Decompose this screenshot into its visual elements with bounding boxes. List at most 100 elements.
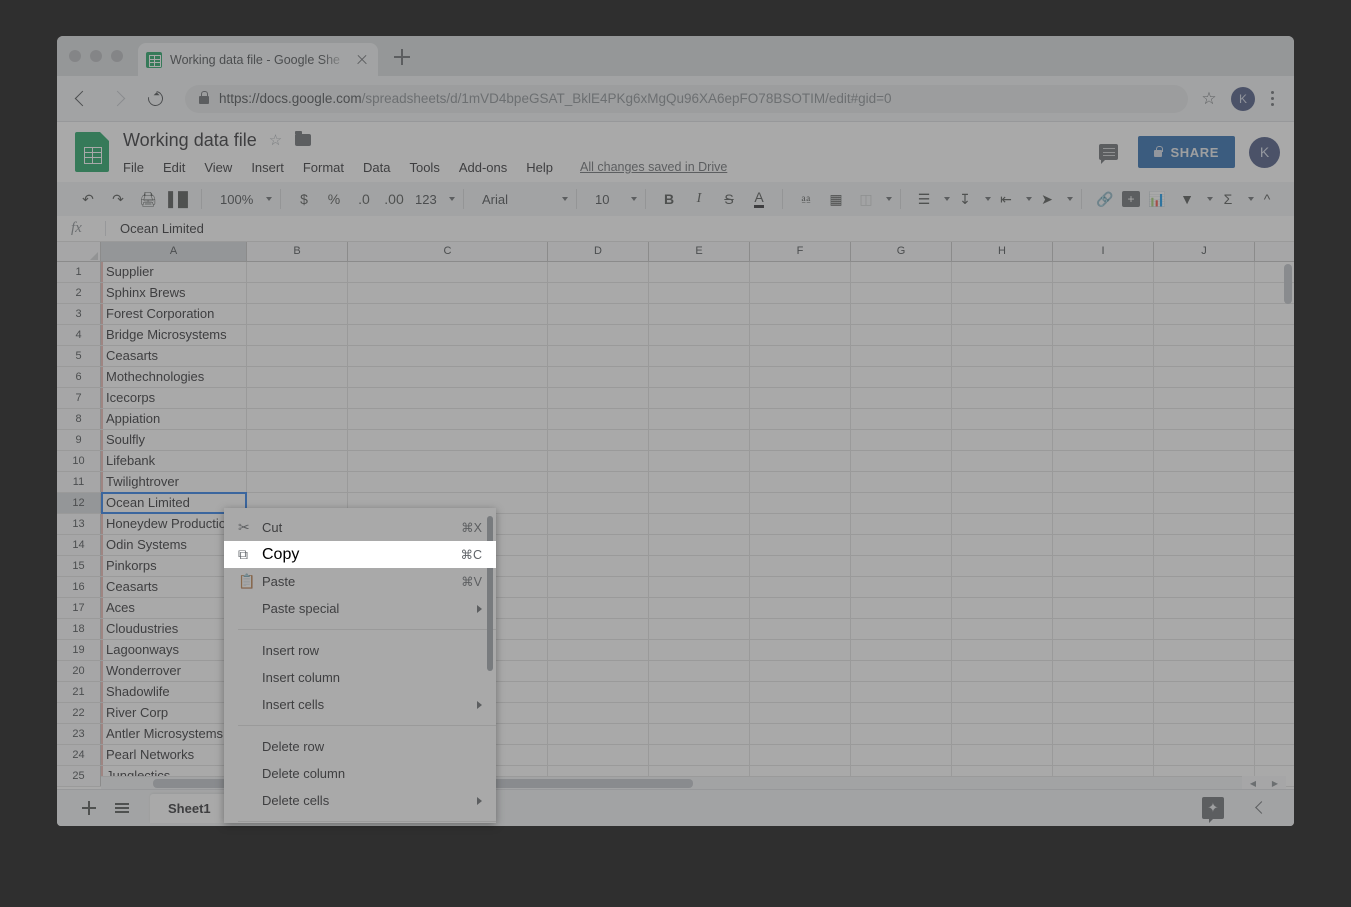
font-size-selector[interactable]: 10 [585,187,637,211]
cell-D14[interactable] [548,535,649,555]
cell-H24[interactable] [952,745,1053,765]
row-header-11[interactable]: 11 [57,472,101,492]
cell-G18[interactable] [851,619,952,639]
cell-E11[interactable] [649,472,750,492]
cell-A3[interactable]: Forest Corporation [101,304,247,324]
cell-J7[interactable] [1154,388,1255,408]
text-rotation-button[interactable]: ➤ [1034,186,1060,212]
cell-E6[interactable] [649,367,750,387]
cell-I24[interactable] [1053,745,1154,765]
cell-F13[interactable] [750,514,851,534]
cell-G19[interactable] [851,640,952,660]
context-menu-scrollbar[interactable] [487,516,493,671]
formula-bar[interactable]: fx Ocean Limited [57,216,1294,242]
formula-input-value[interactable]: Ocean Limited [120,221,204,236]
cell-E1[interactable] [649,262,750,282]
cell-I8[interactable] [1053,409,1154,429]
cell-D1[interactable] [548,262,649,282]
window-maximize-button[interactable] [111,50,123,62]
cell-D21[interactable] [548,682,649,702]
chevron-down-icon[interactable] [1026,197,1032,201]
cell-I23[interactable] [1053,724,1154,744]
menu-file[interactable]: File [123,160,144,175]
row-header-16[interactable]: 16 [57,577,101,597]
column-header-e[interactable]: E [649,242,750,261]
chevron-left-icon[interactable] [1250,798,1270,818]
cell-H10[interactable] [952,451,1053,471]
cell-J13[interactable] [1154,514,1255,534]
cell-F4[interactable] [750,325,851,345]
context-menu-item-paste-special[interactable]: Paste special [224,595,496,622]
cell-F15[interactable] [750,556,851,576]
cell-F6[interactable] [750,367,851,387]
cell-C2[interactable] [348,283,548,303]
cell-G7[interactable] [851,388,952,408]
cell-A10[interactable]: Lifebank [101,451,247,471]
row-header-22[interactable]: 22 [57,703,101,723]
cell-C9[interactable] [348,430,548,450]
cell-undefined9[interactable] [1255,430,1294,450]
cell-H6[interactable] [952,367,1053,387]
cell-undefined21[interactable] [1255,682,1294,702]
cell-G2[interactable] [851,283,952,303]
cell-B11[interactable] [247,472,348,492]
window-close-button[interactable] [69,50,81,62]
insert-link-button[interactable]: 🔗 [1092,186,1118,212]
cell-E23[interactable] [649,724,750,744]
cell-C11[interactable] [348,472,548,492]
scroll-left-icon[interactable]: ◀ [1250,779,1256,788]
cell-C7[interactable] [348,388,548,408]
cell-I15[interactable] [1053,556,1154,576]
cell-B7[interactable] [247,388,348,408]
explore-icon[interactable]: ✦ [1202,797,1224,823]
cell-J5[interactable] [1154,346,1255,366]
cell-E21[interactable] [649,682,750,702]
reload-button[interactable] [141,84,171,114]
cell-D20[interactable] [548,661,649,681]
print-button[interactable]: 🖨 [135,186,161,212]
cell-J22[interactable] [1154,703,1255,723]
cell-H22[interactable] [952,703,1053,723]
browser-profile-avatar[interactable]: K [1231,86,1255,111]
cell-B2[interactable] [247,283,348,303]
cell-undefined20[interactable] [1255,661,1294,681]
cell-E16[interactable] [649,577,750,597]
cell-D24[interactable] [548,745,649,765]
back-button[interactable] [69,84,99,114]
cell-D9[interactable] [548,430,649,450]
row-header-9[interactable]: 9 [57,430,101,450]
cell-G4[interactable] [851,325,952,345]
select-all-corner[interactable] [57,242,101,261]
cell-undefined12[interactable] [1255,493,1294,513]
chevron-down-icon[interactable] [1207,197,1213,201]
cell-C4[interactable] [348,325,548,345]
cell-G24[interactable] [851,745,952,765]
cell-D2[interactable] [548,283,649,303]
menu-format[interactable]: Format [303,160,344,175]
horizontal-align-button[interactable]: ☰ [911,186,937,212]
cell-H21[interactable] [952,682,1053,702]
cell-J17[interactable] [1154,598,1255,618]
cell-B10[interactable] [247,451,348,471]
cell-undefined10[interactable] [1255,451,1294,471]
column-header-g[interactable]: G [851,242,952,261]
cell-H16[interactable] [952,577,1053,597]
cell-H14[interactable] [952,535,1053,555]
cell-I16[interactable] [1053,577,1154,597]
cell-undefined11[interactable] [1255,472,1294,492]
cell-D12[interactable] [548,493,649,513]
comments-icon[interactable] [1099,144,1119,164]
cell-A9[interactable]: Soulfly [101,430,247,450]
row-header-6[interactable]: 6 [57,367,101,387]
cell-G22[interactable] [851,703,952,723]
menu-tools[interactable]: Tools [409,160,439,175]
column-header-c[interactable]: C [348,242,548,261]
cell-G5[interactable] [851,346,952,366]
paint-format-button[interactable]: ▌█ [165,186,191,212]
cell-J6[interactable] [1154,367,1255,387]
context-menu-highlight-copy[interactable]: ⧉ Copy ⌘C [224,541,496,568]
cell-E19[interactable] [649,640,750,660]
row-header-23[interactable]: 23 [57,724,101,744]
cell-G11[interactable] [851,472,952,492]
cell-J15[interactable] [1154,556,1255,576]
